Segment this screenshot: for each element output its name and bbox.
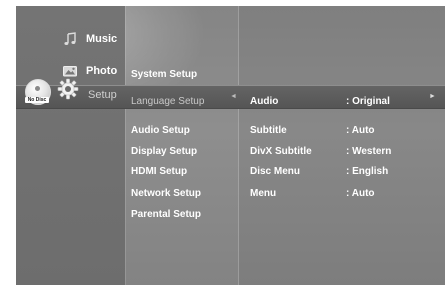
photo-icon <box>62 63 78 79</box>
music-icon <box>62 31 78 47</box>
main-menu-music[interactable]: Music <box>62 31 117 47</box>
disc-status-label: No Disc <box>25 97 49 103</box>
setup-menu-parental[interactable]: Parental Setup <box>131 209 201 220</box>
option-audio-value[interactable]: : Original <box>346 96 390 107</box>
option-subtitle-name[interactable]: Subtitle <box>250 125 287 136</box>
setup-menu-system[interactable]: System Setup <box>131 69 197 80</box>
option-divx-subtitle-name[interactable]: DivX Subtitle <box>250 146 312 157</box>
setup-menu-hdmi[interactable]: HDMI Setup <box>131 166 187 177</box>
option-menu-name[interactable]: Menu <box>250 188 276 199</box>
setup-menu-audio[interactable]: Audio Setup <box>131 125 190 136</box>
main-menu-column <box>16 6 125 285</box>
option-menu-value[interactable]: : Auto <box>346 188 375 199</box>
main-menu-music-label: Music <box>86 33 118 45</box>
setup-menu-language[interactable]: Language Setup <box>131 96 204 107</box>
arrow-left-icon: ◄ <box>230 93 237 100</box>
main-menu-photo[interactable]: Photo <box>62 63 117 79</box>
option-disc-menu-value[interactable]: : English <box>346 166 388 177</box>
setup-menu-display[interactable]: Display Setup <box>131 146 197 157</box>
main-menu-setup[interactable]: Setup <box>88 89 117 101</box>
gear-icon <box>57 78 79 100</box>
option-audio-name[interactable]: Audio <box>250 96 278 107</box>
setup-menu-network[interactable]: Network Setup <box>131 188 201 199</box>
option-disc-menu-name[interactable]: Disc Menu <box>250 166 300 177</box>
arrow-right-icon: ► <box>429 93 436 100</box>
main-menu-setup-label: Setup <box>88 89 117 101</box>
option-subtitle-value[interactable]: : Auto <box>346 125 375 136</box>
option-divx-subtitle-value[interactable]: : Western <box>346 146 391 157</box>
main-menu-photo-label: Photo <box>86 65 118 77</box>
